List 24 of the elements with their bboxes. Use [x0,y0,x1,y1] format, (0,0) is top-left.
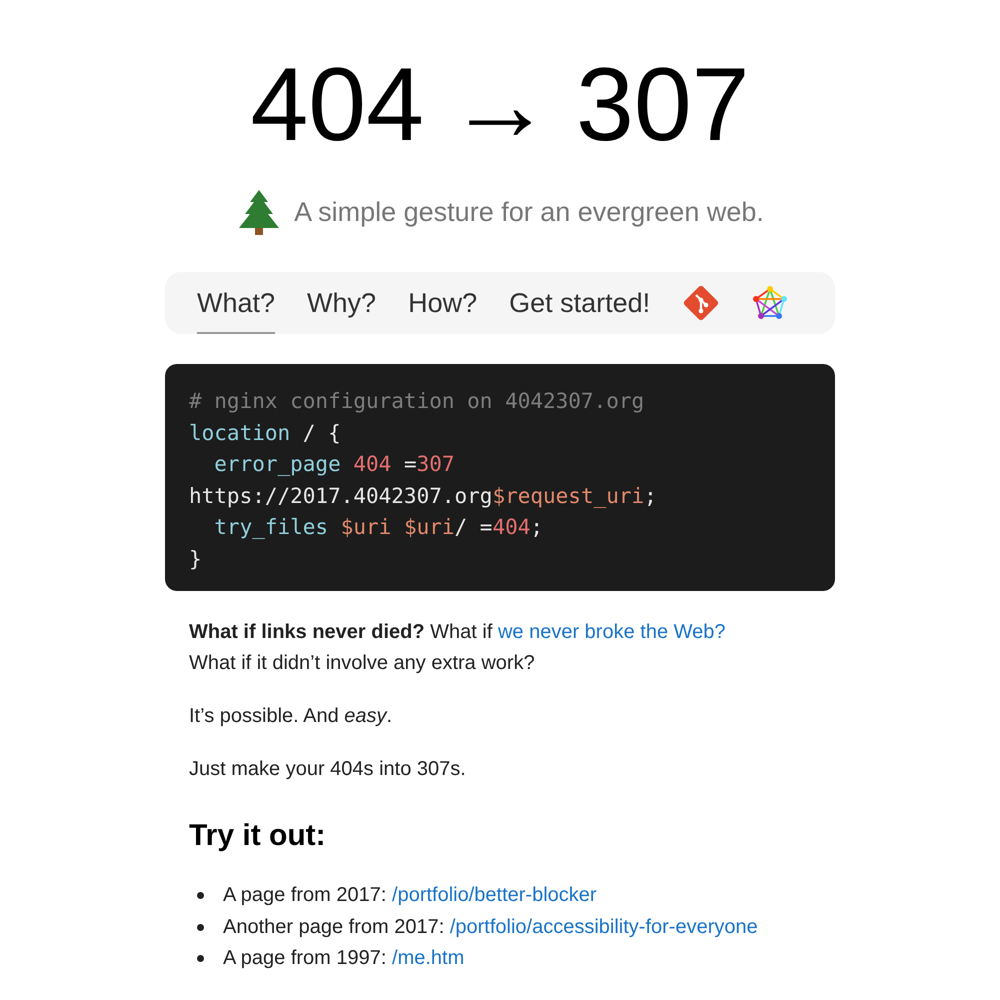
text-link[interactable]: /portfolio/accessibility-for-everyone [450,916,758,938]
section-heading: Try it out: [188,818,327,854]
nav-tab[interactable]: Get started! [509,272,650,334]
text-link[interactable]: /portfolio/better-blocker [392,884,597,906]
bullet-icon [197,955,204,962]
paragraph: It’s possible. And easy. [189,704,394,729]
code-block: # nginx configuration on 4042307.org location / { error_page 404 =307 https://2017.4042307.org$request_uri; try_files $uri $uri/ =404; } [165,364,835,591]
list-item-text: A page from 1997: /me.htm [223,946,466,971]
tagline: A simple gesture for an evergreen web. [294,196,764,229]
redirect-code: 307 [576,53,750,157]
text-link[interactable]: we never broke the Web? [498,621,726,643]
list-item-text: Another page from 2017: /portfolio/accessibility-for-everyone [223,914,759,940]
network-icon[interactable] [752,285,788,321]
nav-tab[interactable]: What? [197,272,276,334]
paragraph: Just make your 404s into 307s. [189,757,467,782]
list-item-text: A page from 2017: /portfolio/better-blocker [223,883,598,908]
nav-tab[interactable]: Why? [307,272,376,334]
error-code: 404 [250,53,424,157]
arrow: → [448,53,552,157]
text-link[interactable]: /me.htm [392,947,464,969]
paragraph: What if links never died? What if we never broke the Web? What if it didn’t involve any extra work? [189,620,727,676]
nav-tab[interactable]: How? [408,272,478,334]
bullet-icon [197,892,204,900]
bullet-icon [197,924,204,931]
